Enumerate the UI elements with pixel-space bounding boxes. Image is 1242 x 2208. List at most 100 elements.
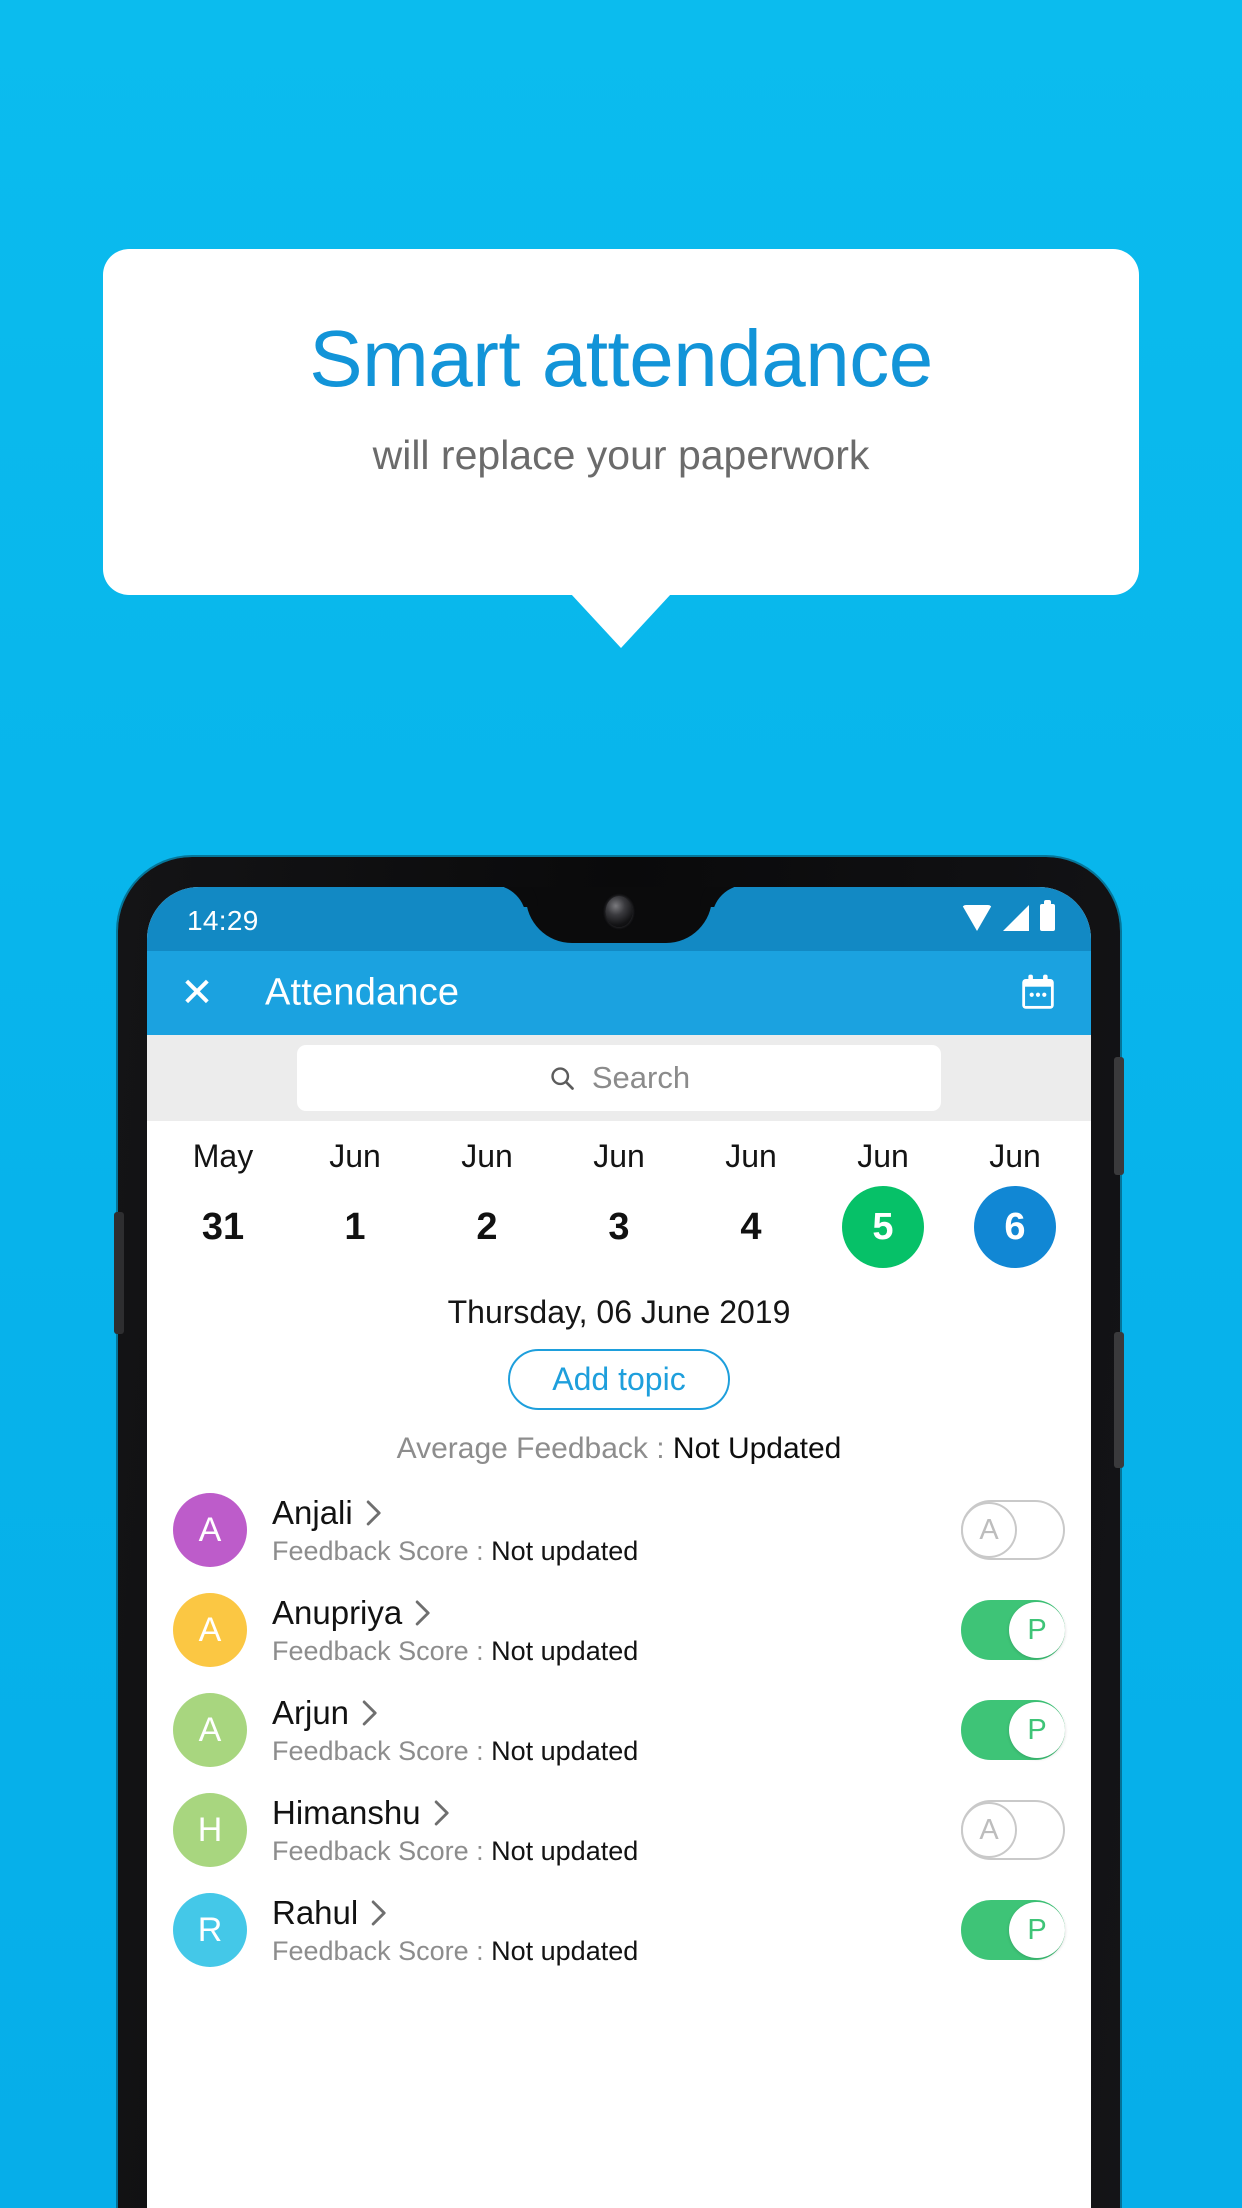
avatar-initial: H bbox=[197, 1810, 223, 1849]
status-icon-group bbox=[962, 900, 1055, 931]
feedback-score-value: Not updated bbox=[491, 1835, 639, 1866]
date-month-label: Jun bbox=[593, 1138, 645, 1174]
student-name: Arjun bbox=[272, 1693, 350, 1731]
page-title: Smart attendance bbox=[309, 314, 933, 403]
date-month-label: May bbox=[192, 1138, 254, 1174]
front-camera-icon bbox=[605, 896, 633, 927]
avatar: H bbox=[173, 1793, 247, 1868]
avatar-initial: A bbox=[198, 1710, 222, 1749]
feedback-score-value: Not updated bbox=[491, 1735, 639, 1766]
average-feedback-label: Average Feedback : bbox=[396, 1432, 673, 1466]
chevron-right-icon[interactable] bbox=[415, 1600, 431, 1626]
wifi-icon bbox=[962, 904, 992, 931]
attendance-toggle[interactable]: P bbox=[961, 1600, 1065, 1661]
date-day-circle[interactable]: 3 bbox=[578, 1186, 660, 1268]
date-cell[interactable]: Jun 3 bbox=[553, 1138, 685, 1268]
attendance-toggle-knob: P bbox=[1009, 1602, 1065, 1659]
date-day-number: 5 bbox=[872, 1206, 894, 1249]
date-month-label: Jun bbox=[989, 1138, 1041, 1174]
phone-power-button bbox=[1114, 1332, 1124, 1468]
date-strip[interactable]: May 31 Jun 1 Jun 2 Jun 3 Jun 4 Jun 5 Jun 6 bbox=[147, 1121, 1091, 1277]
attendance-toggle[interactable]: P bbox=[961, 1900, 1065, 1961]
date-day-number: 6 bbox=[1004, 1206, 1026, 1249]
calendar-icon[interactable] bbox=[1017, 972, 1059, 1014]
student-row[interactable]: A Arjun Feedback Score : Not updated P bbox=[147, 1680, 1091, 1780]
average-feedback-value: Not Updated bbox=[672, 1432, 842, 1466]
attendance-toggle[interactable]: A bbox=[961, 1800, 1065, 1861]
close-icon[interactable]: ✕ bbox=[175, 971, 219, 1015]
feedback-score-label: Feedback Score : bbox=[272, 1935, 492, 1966]
attendance-toggle-knob: A bbox=[961, 1502, 1017, 1559]
chevron-right-icon[interactable] bbox=[366, 1500, 382, 1526]
date-day-circle[interactable]: 4 bbox=[710, 1186, 792, 1268]
date-day-circle[interactable]: 6 bbox=[974, 1186, 1056, 1269]
date-day-number: 31 bbox=[201, 1206, 245, 1249]
battery-icon bbox=[1040, 900, 1055, 931]
student-info: Anupriya Feedback Score : Not updated bbox=[247, 1595, 961, 1666]
date-day-circle[interactable]: 2 bbox=[446, 1186, 528, 1268]
student-info: Himanshu Feedback Score : Not updated bbox=[247, 1795, 961, 1866]
date-month-label: Jun bbox=[857, 1138, 909, 1174]
student-name-row[interactable]: Himanshu bbox=[272, 1795, 961, 1831]
date-day-circle[interactable]: 31 bbox=[182, 1186, 264, 1268]
student-name-row[interactable]: Rahul bbox=[272, 1893, 961, 1931]
date-cell[interactable]: Jun 4 bbox=[685, 1138, 817, 1268]
date-day-number: 2 bbox=[476, 1206, 498, 1249]
attendance-toggle[interactable]: A bbox=[961, 1500, 1065, 1561]
student-row[interactable]: R Rahul Feedback Score : Not updated P bbox=[147, 1880, 1091, 1980]
avatar: A bbox=[173, 1693, 247, 1768]
signal-icon bbox=[1003, 904, 1029, 931]
feedback-score-label: Feedback Score : bbox=[272, 1735, 492, 1766]
avatar: A bbox=[173, 1593, 247, 1668]
chevron-right-icon[interactable] bbox=[371, 1900, 387, 1926]
phone-mockup: 14:29 ✕ Attendance Search May 31 Jun 1 J… bbox=[114, 857, 1124, 2208]
bubble-tail-icon bbox=[571, 594, 671, 648]
promo-screenshot: Smart attendance will replace your paper… bbox=[0, 0, 1242, 2208]
page-subtitle: will replace your paperwork bbox=[372, 432, 870, 478]
date-day-circle[interactable]: 1 bbox=[314, 1186, 396, 1268]
selected-date-label: Thursday, 06 June 2019 bbox=[447, 1294, 791, 1331]
avatar-initial: R bbox=[197, 1910, 223, 1949]
student-name: Rahul bbox=[272, 1893, 359, 1931]
student-row[interactable]: H Himanshu Feedback Score : Not updated A bbox=[147, 1780, 1091, 1880]
feedback-score-label: Feedback Score : bbox=[272, 1535, 492, 1566]
chevron-right-icon[interactable] bbox=[362, 1700, 378, 1726]
date-cell[interactable]: Jun 1 bbox=[289, 1138, 421, 1268]
attendance-toggle[interactable]: P bbox=[961, 1700, 1065, 1761]
add-topic-button[interactable]: Add topic bbox=[508, 1349, 730, 1411]
phone-left-button bbox=[114, 1212, 124, 1334]
attendance-toggle-knob: P bbox=[1009, 1902, 1065, 1959]
student-row[interactable]: A Anupriya Feedback Score : Not updated P bbox=[147, 1580, 1091, 1680]
attendance-toggle-knob: A bbox=[961, 1802, 1017, 1859]
status-time: 14:29 bbox=[187, 905, 259, 936]
student-info: Rahul Feedback Score : Not updated bbox=[247, 1893, 961, 1966]
student-info: Arjun Feedback Score : Not updated bbox=[247, 1693, 961, 1766]
search-bar-container: Search bbox=[147, 1035, 1091, 1121]
date-cell[interactable]: Jun 5 bbox=[817, 1138, 949, 1269]
feedback-score-value: Not updated bbox=[491, 1935, 639, 1966]
chevron-right-icon[interactable] bbox=[434, 1800, 450, 1826]
date-day-circle[interactable]: 5 bbox=[842, 1186, 924, 1269]
avatar-initial: A bbox=[198, 1610, 222, 1649]
add-topic-container: Add topic bbox=[147, 1349, 1091, 1411]
avatar: A bbox=[173, 1493, 247, 1568]
student-name-row[interactable]: Arjun bbox=[272, 1693, 961, 1731]
feedback-score-value: Not updated bbox=[491, 1635, 639, 1666]
feedback-score-line: Feedback Score : Not updated bbox=[272, 1835, 961, 1866]
date-month-label: Jun bbox=[461, 1138, 513, 1174]
date-cell[interactable]: May 31 bbox=[157, 1138, 289, 1268]
student-name-row[interactable]: Anjali bbox=[272, 1495, 961, 1531]
date-day-number: 1 bbox=[344, 1206, 366, 1249]
date-cell[interactable]: Jun 6 bbox=[949, 1138, 1081, 1269]
app-bar: ✕ Attendance bbox=[147, 951, 1091, 1035]
phone-notch bbox=[526, 887, 712, 943]
student-list: A Anjali Feedback Score : Not updated A A Anu… bbox=[147, 1480, 1091, 1980]
student-name-row[interactable]: Anupriya bbox=[272, 1595, 961, 1631]
search-input[interactable]: Search bbox=[297, 1045, 941, 1111]
date-month-label: Jun bbox=[725, 1138, 777, 1174]
student-row[interactable]: A Anjali Feedback Score : Not updated A bbox=[147, 1480, 1091, 1580]
feedback-score-line: Feedback Score : Not updated bbox=[272, 1635, 961, 1666]
app-bar-title: Attendance bbox=[265, 971, 460, 1014]
date-cell[interactable]: Jun 2 bbox=[421, 1138, 553, 1268]
search-placeholder-text: Search bbox=[591, 1060, 691, 1095]
